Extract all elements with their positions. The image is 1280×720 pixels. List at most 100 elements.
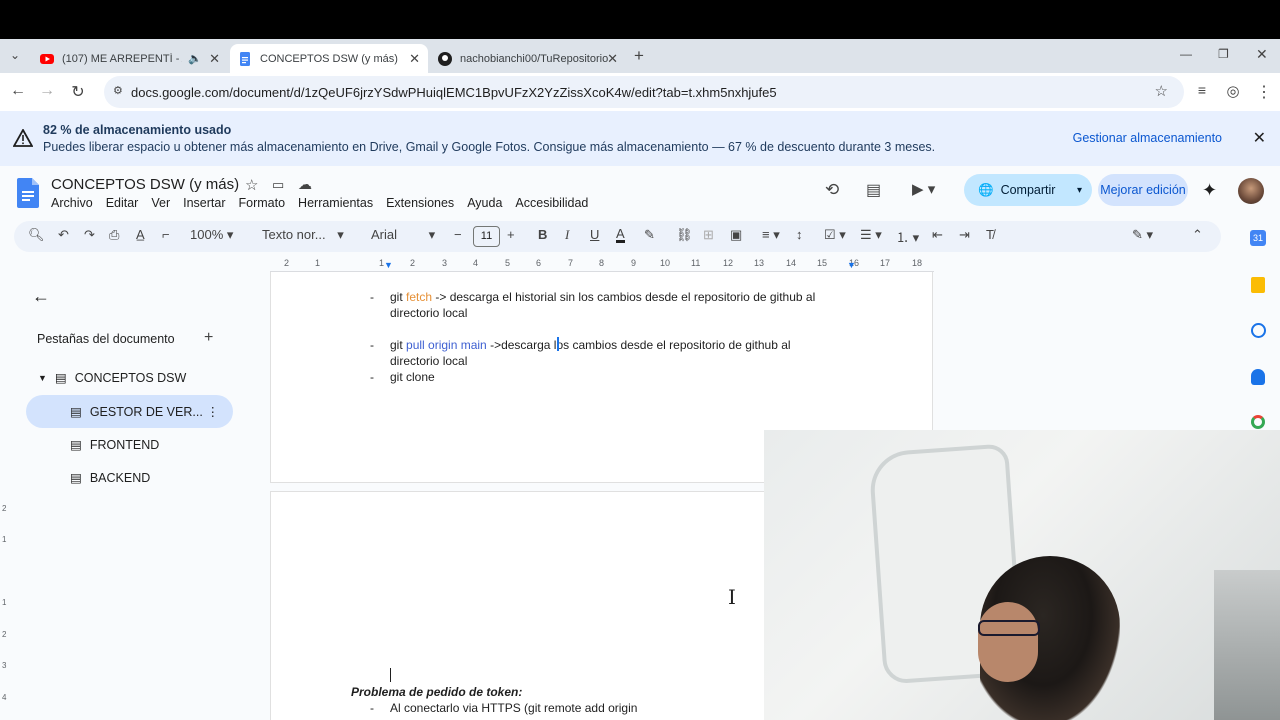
style-select[interactable]: Texto nor... ▾ xyxy=(262,227,344,243)
docs-logo-icon[interactable] xyxy=(17,178,39,208)
sidebar-item-root[interactable]: ▼ ▤ CONCEPTOS DSW xyxy=(38,370,186,386)
list-dash: - xyxy=(370,338,374,352)
right-indent-marker-icon[interactable]: ▼ xyxy=(847,260,856,270)
manage-storage-button[interactable]: Gestionar almacenamiento xyxy=(1073,131,1222,145)
text-color-icon[interactable]: A xyxy=(616,227,625,243)
sidebar-item-gestor[interactable]: ▤ GESTOR DE VER... ⋮ xyxy=(26,395,233,428)
forward-icon[interactable]: → xyxy=(37,82,57,100)
comment-add-icon[interactable]: ⊞ xyxy=(703,227,714,243)
menu-ver[interactable]: Ver xyxy=(151,196,170,210)
menu-editar[interactable]: Editar xyxy=(106,196,139,210)
redo-icon[interactable]: ↷ xyxy=(84,227,95,243)
align-icon[interactable]: ≡ ▾ xyxy=(762,227,780,243)
link-icon[interactable]: ⛓ xyxy=(676,227,693,243)
document-icon: ▤ xyxy=(70,405,82,419)
meet-icon[interactable]: ▶ ▾ xyxy=(912,180,935,198)
tab-list-dropdown-icon[interactable]: ⌄ xyxy=(10,48,20,62)
move-folder-icon[interactable]: ▭ xyxy=(272,177,284,193)
left-indent-marker-icon[interactable]: ▼ xyxy=(384,260,393,270)
hide-menus-icon[interactable]: ⌃ xyxy=(1192,227,1203,243)
url-field[interactable]: ⚙ docs.google.com/document/d/1zQeUF6jrzY… xyxy=(104,76,1184,108)
menu-formato[interactable]: Formato xyxy=(239,196,286,210)
line-spacing-icon[interactable]: ↕ xyxy=(796,227,803,242)
menu-herramientas[interactable]: Herramientas xyxy=(298,196,373,210)
new-tab-icon[interactable]: + xyxy=(634,46,644,66)
sidebar-item-frontend[interactable]: ▤ FRONTEND xyxy=(70,437,159,453)
horizontal-ruler[interactable]: 2 1 1 2 3 4 5 6 7 8 9 10 11 12 13 14 15 … xyxy=(270,256,934,272)
close-banner-icon[interactable]: ✕ xyxy=(1253,128,1266,148)
document-icon: ▤ xyxy=(54,371,67,385)
menu-insertar[interactable]: Insertar xyxy=(183,196,225,210)
image-icon[interactable]: ▣ xyxy=(730,227,742,243)
close-tab-icon[interactable]: ✕ xyxy=(209,51,220,67)
comments-icon[interactable]: ▤ xyxy=(866,180,881,200)
star-icon[interactable]: ☆ xyxy=(245,176,258,194)
highlight-icon[interactable]: ✎ xyxy=(644,227,655,243)
decrease-font-icon[interactable]: − xyxy=(454,227,462,242)
keep-icon[interactable] xyxy=(1251,277,1265,293)
search-menus-icon[interactable]: 🔍︎ xyxy=(28,227,45,243)
underline-icon[interactable]: U xyxy=(590,227,599,242)
calendar-icon[interactable]: 31 xyxy=(1250,230,1266,246)
share-button[interactable]: 🌐 Compartir ▾ xyxy=(964,174,1092,206)
profile-icon[interactable]: ◎ xyxy=(1223,82,1243,100)
browser-menu-icon[interactable]: ⋮ xyxy=(1254,82,1274,102)
window-top-bar xyxy=(0,0,1280,39)
print-icon[interactable]: ⎙ xyxy=(109,227,119,243)
list-item-https[interactable]: Al conectarlo via HTTPS (git remote add … xyxy=(390,700,637,716)
version-history-icon[interactable]: ⟲ xyxy=(825,180,839,200)
menu-accesibilidad[interactable]: Accesibilidad xyxy=(515,196,588,210)
problem-heading[interactable]: Problema de pedido de token: xyxy=(351,684,522,700)
list-item-fetch[interactable]: git fetch -> descarga el historial sin l… xyxy=(390,289,850,321)
back-arrow-icon[interactable]: ← xyxy=(32,286,50,307)
bookmark-star-icon[interactable]: ☆ xyxy=(1155,82,1168,100)
tasks-icon[interactable] xyxy=(1251,323,1266,338)
close-window-icon[interactable]: ✕ xyxy=(1256,46,1268,63)
close-tab-icon[interactable]: ✕ xyxy=(409,51,420,67)
spellcheck-icon[interactable]: A̲ xyxy=(136,227,145,242)
paint-format-icon[interactable]: ⌐ xyxy=(162,227,170,242)
reload-icon[interactable]: ↻ xyxy=(68,82,88,102)
editing-mode-icon[interactable]: ✎ ▾ xyxy=(1132,227,1153,243)
list-item-pull[interactable]: git pull origin main ->descarga los camb… xyxy=(390,337,850,369)
numbered-list-icon[interactable]: ⒈ ▾ xyxy=(896,227,919,246)
contacts-icon[interactable] xyxy=(1251,369,1265,385)
tab-docs[interactable]: CONCEPTOS DSW (y más) - Do ✕ xyxy=(230,44,428,73)
collapse-icon[interactable]: ▼ xyxy=(38,373,47,383)
restore-icon[interactable]: ❐ xyxy=(1218,47,1229,61)
vertical-ruler[interactable]: 2 1 1 2 3 4 xyxy=(0,488,12,720)
font-select[interactable]: Arial ▾ xyxy=(371,227,435,243)
undo-icon[interactable]: ↶ xyxy=(58,227,69,243)
checklist-icon[interactable]: ☑ ▾ xyxy=(824,227,846,243)
document-title[interactable]: CONCEPTOS DSW (y más) xyxy=(51,176,239,193)
menu-archivo[interactable]: Archivo xyxy=(51,196,93,210)
close-tab-icon[interactable]: ✕ xyxy=(607,51,618,67)
share-dropdown-icon[interactable]: ▾ xyxy=(1077,185,1082,196)
zoom-select[interactable]: 100% ▾ xyxy=(190,227,233,243)
italic-icon[interactable]: I xyxy=(565,227,569,243)
pull-keyword: pull origin main xyxy=(406,338,487,352)
more-options-icon[interactable]: ⋮ xyxy=(207,404,220,419)
increase-indent-icon[interactable]: ⇥ xyxy=(959,227,970,243)
site-info-icon[interactable]: ⚙ xyxy=(113,84,123,97)
maps-icon[interactable] xyxy=(1251,415,1265,429)
gemini-icon[interactable]: ✦ xyxy=(1202,180,1217,201)
menu-extensiones[interactable]: Extensiones xyxy=(386,196,454,210)
menu-ayuda[interactable]: Ayuda xyxy=(467,196,502,210)
avatar[interactable] xyxy=(1238,178,1264,204)
increase-font-icon[interactable]: + xyxy=(507,227,515,242)
list-item-clone[interactable]: git clone xyxy=(390,369,435,385)
bold-icon[interactable]: B xyxy=(538,227,547,242)
tab-github[interactable]: nachobianchi00/TuRepositorio ✕ xyxy=(430,44,626,73)
sidebar-item-backend[interactable]: ▤ BACKEND xyxy=(70,470,150,486)
font-size-input[interactable]: 11 xyxy=(473,226,500,247)
tab-youtube[interactable]: (107) ME ARREPENTÍ - AK4 🔈 ✕ xyxy=(32,44,228,73)
minimize-icon[interactable]: — xyxy=(1180,47,1192,61)
add-tab-icon[interactable]: + xyxy=(204,329,213,347)
upgrade-button[interactable]: Mejorar edición xyxy=(1098,174,1188,206)
decrease-indent-icon[interactable]: ⇤ xyxy=(932,227,943,243)
bullet-list-icon[interactable]: ☰ ▾ xyxy=(860,227,882,243)
clear-formatting-icon[interactable]: T̸ xyxy=(986,227,994,242)
media-control-icon[interactable]: ≡ xyxy=(1192,82,1212,98)
back-icon[interactable]: ← xyxy=(8,82,28,100)
